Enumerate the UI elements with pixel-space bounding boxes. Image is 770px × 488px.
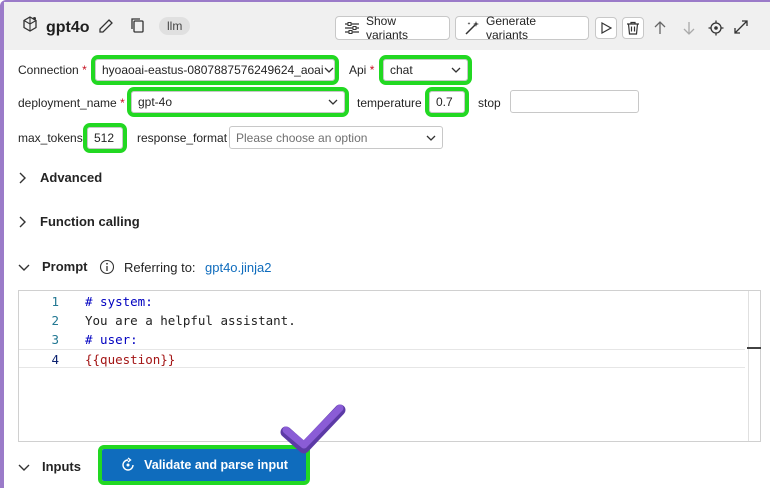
- prompt-code-editor[interactable]: 1 # system: 2 You are a helpful assistan…: [18, 290, 761, 442]
- generate-variants-button[interactable]: Generate variants: [455, 14, 589, 42]
- code-line-active: 4 {{question}}: [19, 349, 745, 368]
- deployment-name-value: gpt-4o: [138, 95, 173, 109]
- connection-value: hyoaoai-eastus-0807887576249624_aoai: [102, 63, 324, 77]
- show-variants-label: Show variants: [366, 14, 409, 42]
- api-select[interactable]: chat: [379, 55, 472, 85]
- advanced-section-toggle[interactable]: Advanced: [18, 170, 102, 185]
- advanced-section-title: Advanced: [40, 170, 103, 185]
- function-calling-section-toggle[interactable]: Function calling: [18, 214, 140, 229]
- chevron-down-icon: [328, 99, 338, 105]
- connection-select[interactable]: hyoaoai-eastus-0807887576249624_aoai: [91, 55, 339, 85]
- generate-variants-label: Generate variants: [486, 14, 537, 42]
- api-label: Api *: [349, 63, 375, 77]
- play-icon: [600, 22, 612, 34]
- chevron-right-icon: [18, 216, 26, 228]
- temperature-input[interactable]: 0.7: [425, 87, 469, 117]
- line-number: 4: [51, 352, 59, 367]
- max-tokens-label: max_tokens: [18, 131, 83, 145]
- trash-icon: [626, 21, 640, 35]
- chevron-down-icon: [324, 67, 334, 73]
- edit-pencil-icon[interactable]: [98, 18, 114, 34]
- checkmark-annotation-icon: [278, 402, 348, 458]
- prompt-file-link[interactable]: gpt4o.jinja2: [205, 260, 272, 275]
- arrow-up-icon[interactable]: [654, 21, 666, 35]
- chevron-down-icon: [18, 263, 30, 271]
- line-number: 2: [51, 313, 59, 328]
- expand-icon[interactable]: [734, 20, 748, 34]
- chevron-right-icon: [18, 172, 26, 184]
- copy-icon[interactable]: [131, 18, 145, 34]
- deployment-name-select[interactable]: gpt-4o: [127, 87, 349, 117]
- code-line: 2 You are a helpful assistant.: [19, 311, 745, 330]
- stop-input[interactable]: [510, 90, 639, 113]
- prompt-section-toggle[interactable]: Prompt: [18, 259, 88, 274]
- delete-button[interactable]: [622, 17, 644, 39]
- validate-button-label: Validate and parse input: [144, 458, 288, 472]
- show-variants-button[interactable]: Show variants: [335, 14, 450, 42]
- temperature-value: 0.7: [436, 95, 453, 109]
- referring-to-label: Referring to:: [124, 260, 196, 275]
- refresh-sparkle-icon: [120, 457, 136, 473]
- temperature-label: temperature: [357, 96, 422, 110]
- line-number: 3: [51, 332, 59, 347]
- code-text: {{question}}: [85, 352, 176, 367]
- editor-overview-ruler-cursor: [747, 347, 761, 349]
- node-type-badge: llm: [159, 17, 191, 35]
- sliders-icon: [344, 21, 360, 35]
- locate-target-icon[interactable]: [708, 20, 724, 36]
- chevron-down-icon: [451, 67, 461, 73]
- validate-and-parse-input-button[interactable]: Validate and parse input: [98, 445, 310, 485]
- function-calling-section-title: Function calling: [40, 214, 140, 229]
- response-format-placeholder: Please choose an option: [236, 130, 368, 145]
- inputs-section-toggle[interactable]: Inputs: [18, 459, 81, 474]
- magic-wand-icon: [464, 20, 480, 36]
- inputs-section-title: Inputs: [42, 459, 81, 474]
- prompt-section-title: Prompt: [42, 259, 88, 274]
- chevron-down-icon: [426, 135, 436, 141]
- code-text: # user:: [85, 332, 138, 347]
- max-tokens-value: 512: [94, 131, 115, 145]
- node-title: gpt4o: [46, 19, 90, 36]
- response-format-select[interactable]: Please choose an option: [229, 126, 443, 149]
- connection-label: Connection *: [18, 63, 87, 77]
- api-value: chat: [390, 63, 413, 77]
- run-button[interactable]: [595, 17, 617, 39]
- response-format-label: response_format: [137, 131, 228, 145]
- chevron-down-icon: [18, 463, 30, 471]
- editor-scrollbar-track[interactable]: [748, 291, 749, 441]
- code-text: # system:: [85, 294, 153, 309]
- stop-label: stop: [478, 96, 501, 110]
- max-tokens-input[interactable]: 512: [83, 123, 127, 153]
- code-line: 1 # system:: [19, 292, 745, 311]
- code-line: 3 # user:: [19, 330, 745, 349]
- info-icon[interactable]: [99, 259, 115, 275]
- tool-icon: [22, 16, 38, 32]
- line-number: 1: [51, 294, 59, 309]
- deployment-name-label: deployment_name *: [18, 96, 125, 110]
- code-text: You are a helpful assistant.: [85, 313, 296, 328]
- arrow-down-icon[interactable]: [683, 21, 695, 35]
